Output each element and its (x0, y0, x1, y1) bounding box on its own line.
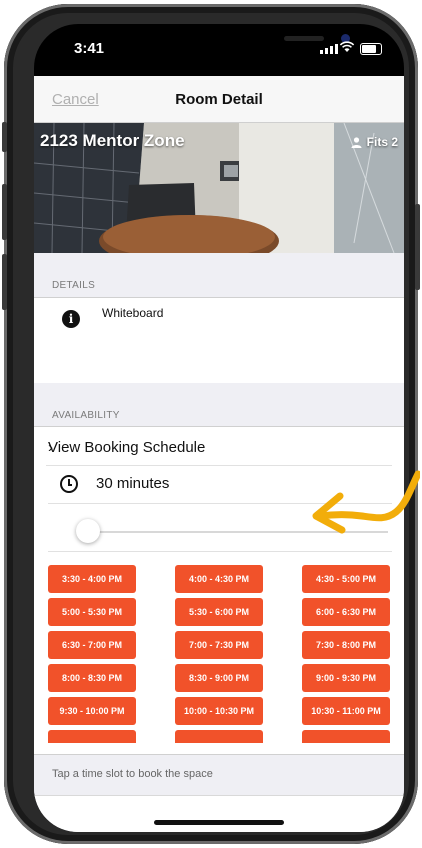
info-icon: i (62, 310, 80, 328)
page-title: Room Detail (175, 91, 263, 108)
time-slot-button[interactable]: 6:00 - 6:30 PM (302, 598, 390, 626)
app-content: Cancel Room Detail 2123 Mentor Zone Fits… (34, 76, 404, 832)
clock-icon (60, 475, 78, 493)
amenity-item: Whiteboard (102, 306, 164, 320)
time-slot-button[interactable]: 7:30 - 8:00 PM (302, 631, 390, 659)
wifi-icon (339, 41, 355, 52)
time-slot-button[interactable]: 8:00 - 8:30 PM (48, 664, 136, 692)
phone-frame: 3:41 Cancel Room Detail 2123 Mentor Zone… (2, 4, 420, 844)
capacity-badge: Fits 2 (351, 135, 398, 149)
chevron-right-icon: › (48, 439, 53, 456)
details-header-label: DETAILS (52, 280, 96, 291)
annotation-arrow-icon (312, 470, 420, 534)
battery-icon (360, 43, 382, 55)
time-slot-button[interactable]: 10:30 - 11:00 PM (302, 697, 390, 725)
time-slot-grid: 3:30 - 4:00 PM 4:00 - 4:30 PM 4:30 - 5:00 … (34, 565, 404, 743)
availability-section-header: AVAILABILITY (34, 383, 404, 427)
speaker-grille (284, 36, 324, 41)
status-time: 3:41 (74, 40, 105, 57)
bottom-area (34, 795, 404, 832)
time-slot-button[interactable]: 3:30 - 4:00 PM (48, 565, 136, 593)
time-slot-button[interactable]: 10:00 - 10:30 PM (175, 697, 263, 725)
volume-down-button (2, 254, 7, 310)
side-button (415, 204, 420, 290)
notch (119, 24, 350, 58)
availability-header-label: AVAILABILITY (52, 410, 120, 421)
room-name: 2123 Mentor Zone (40, 131, 185, 150)
time-slot-button[interactable]: 6:30 - 7:00 PM (48, 631, 136, 659)
capacity-label: Fits 2 (366, 135, 398, 149)
time-slot-button[interactable]: 5:00 - 5:30 PM (48, 598, 136, 626)
details-section: i Whiteboard (34, 297, 404, 385)
view-booking-schedule-row[interactable]: View Booking Schedule › (46, 437, 392, 466)
time-slot-button[interactable] (48, 730, 136, 743)
screen: 3:41 Cancel Room Detail 2123 Mentor Zone… (34, 24, 404, 832)
time-slot-button[interactable] (302, 730, 390, 743)
person-icon (351, 136, 362, 148)
status-bar: 3:41 (34, 24, 404, 76)
details-section-header: DETAILS (34, 253, 404, 297)
time-slot-button[interactable]: 8:30 - 9:00 PM (175, 664, 263, 692)
time-slot-button[interactable]: 9:30 - 10:00 PM (48, 697, 136, 725)
time-slot-button[interactable]: 9:00 - 9:30 PM (302, 664, 390, 692)
time-slot-button[interactable] (175, 730, 263, 743)
mute-switch (2, 122, 7, 152)
time-slot-button[interactable]: 5:30 - 6:00 PM (175, 598, 263, 626)
volume-up-button (2, 184, 7, 240)
time-slot-button[interactable]: 4:30 - 5:00 PM (302, 565, 390, 593)
room-photo: 2123 Mentor Zone Fits 2 (34, 123, 404, 253)
slider-thumb[interactable] (76, 519, 100, 543)
hint-bar: Tap a time slot to book the space (34, 754, 404, 795)
signal-icon (320, 44, 338, 54)
nav-bar: Cancel Room Detail (34, 76, 404, 123)
duration-label: 30 minutes (96, 475, 170, 492)
home-indicator[interactable] (154, 820, 284, 825)
time-slot-button[interactable]: 4:00 - 4:30 PM (175, 565, 263, 593)
time-slot-button[interactable]: 7:00 - 7:30 PM (175, 631, 263, 659)
hint-text: Tap a time slot to book the space (52, 768, 213, 780)
